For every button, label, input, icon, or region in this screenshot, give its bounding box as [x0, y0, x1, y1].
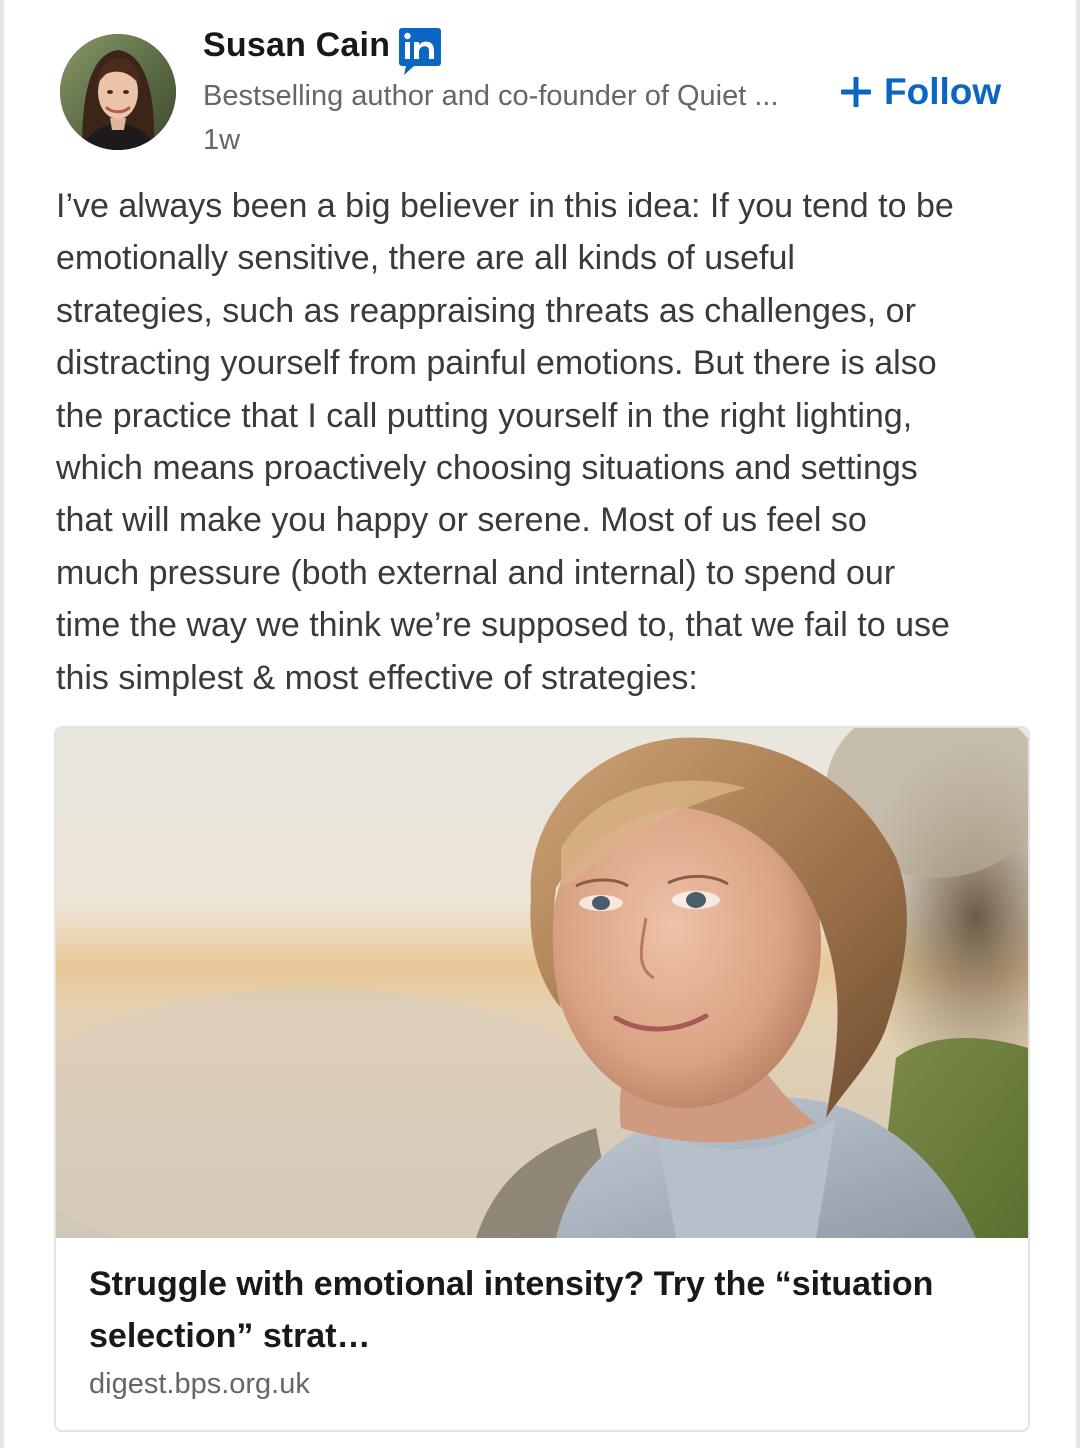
author-headline: Bestselling author and co-founder of Qui…: [203, 80, 779, 112]
author-avatar[interactable]: [60, 34, 176, 150]
post-text-line: which means proactively choosing situati…: [56, 449, 918, 488]
article-link-card[interactable]: Struggle with emotional intensity? Try t…: [54, 726, 1030, 1432]
post-timestamp: 1w: [203, 124, 241, 156]
linkedin-icon: [399, 28, 441, 75]
left-edge-divider: [0, 0, 4, 1448]
follow-button-label: Follow: [884, 71, 1002, 112]
article-title: Struggle with emotional intensity? Try t…: [89, 1258, 989, 1362]
follow-button[interactable]: Follow: [838, 68, 1001, 116]
avatar-photo-icon: [60, 34, 176, 150]
post-text-line: the practice that I call putting yoursel…: [56, 396, 913, 435]
linkedin-post-screen: Susan Cain Bestselling author and co-fou…: [0, 0, 1080, 1448]
post-text-line: this simplest & most effective of strate…: [56, 658, 698, 697]
post-text-line: time the way we think we’re supposed to,…: [56, 606, 950, 645]
article-title-line: Struggle with emotional intensity? Try t…: [89, 1265, 934, 1303]
post-text-line: strategies, such as reappraising threats…: [56, 291, 916, 330]
article-title-line: selection” strat…: [89, 1317, 371, 1355]
post-text-line: that will make you happy or serene. Most…: [56, 501, 867, 540]
post-text: I’ve always been a big believer in this …: [56, 180, 1046, 704]
post-text-line: emotionally sensitive, there are all kin…: [56, 239, 795, 278]
right-edge-divider: [1076, 0, 1080, 1448]
post-text-line: distracting yourself from painful emotio…: [56, 344, 937, 383]
author-name[interactable]: Susan Cain: [203, 26, 390, 65]
plus-icon: [841, 77, 871, 107]
article-source: digest.bps.org.uk: [89, 1368, 310, 1400]
post-text-line: much pressure (both external and interna…: [56, 553, 896, 592]
post-text-line: I’ve always been a big believer in this …: [56, 187, 954, 225]
article-photo-icon: [56, 728, 1028, 1238]
